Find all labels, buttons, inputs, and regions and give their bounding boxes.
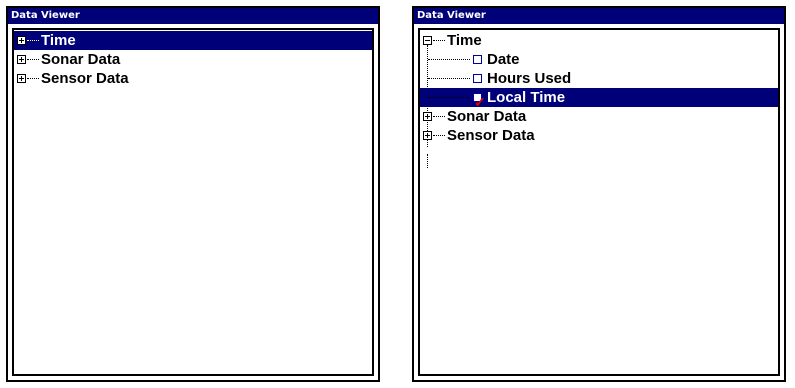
tree-node-sonar-data[interactable]: Sonar Data bbox=[14, 50, 372, 69]
window-title: Data Viewer bbox=[414, 8, 784, 24]
tree-node-label: Time bbox=[447, 32, 482, 49]
tree-view[interactable]: Time Date Hours Used ✓ Local Time Sonar … bbox=[418, 28, 780, 376]
tree-node-label: Time bbox=[41, 32, 76, 49]
tree-node-label: Hours Used bbox=[487, 70, 572, 87]
expand-plus-icon[interactable] bbox=[423, 131, 432, 140]
tree-node-sensor-data[interactable]: Sensor Data bbox=[420, 126, 778, 145]
tree-node-label: Sensor Data bbox=[41, 70, 129, 87]
data-viewer-window-right: Data Viewer Time Date Hours Used ✓ Local… bbox=[412, 6, 786, 382]
tree-node-label: Date bbox=[487, 51, 520, 68]
expand-plus-icon[interactable] bbox=[17, 74, 26, 83]
tree-node-time[interactable]: Time bbox=[420, 31, 778, 50]
checkbox-unchecked-icon[interactable] bbox=[473, 74, 482, 83]
tree-node-sonar-data[interactable]: Sonar Data bbox=[420, 107, 778, 126]
tree-node-label: Local Time bbox=[487, 89, 566, 106]
tree-node-local-time[interactable]: ✓ Local Time bbox=[420, 88, 778, 109]
checkbox-checked-icon[interactable]: ✓ bbox=[473, 93, 486, 109]
tree-node-hours-used[interactable]: Hours Used bbox=[420, 69, 778, 88]
tree-node-sensor-data[interactable]: Sensor Data bbox=[14, 69, 372, 88]
tree-node-time[interactable]: Time bbox=[14, 31, 372, 50]
data-viewer-window-left: Data Viewer Time Sonar Data Sensor Data bbox=[6, 6, 380, 382]
expand-plus-icon[interactable] bbox=[17, 36, 26, 45]
tree-node-label: Sonar Data bbox=[447, 108, 527, 125]
collapse-minus-icon[interactable] bbox=[423, 36, 432, 45]
tree-node-label: Sensor Data bbox=[447, 127, 535, 144]
expand-plus-icon[interactable] bbox=[423, 112, 432, 121]
tree-view[interactable]: Time Sonar Data Sensor Data bbox=[12, 28, 374, 376]
tree-node-label: Sonar Data bbox=[41, 51, 121, 68]
expand-plus-icon[interactable] bbox=[17, 55, 26, 64]
window-title: Data Viewer bbox=[8, 8, 378, 24]
tree-node-date[interactable]: Date bbox=[420, 50, 778, 69]
checkbox-unchecked-icon[interactable] bbox=[473, 55, 482, 64]
